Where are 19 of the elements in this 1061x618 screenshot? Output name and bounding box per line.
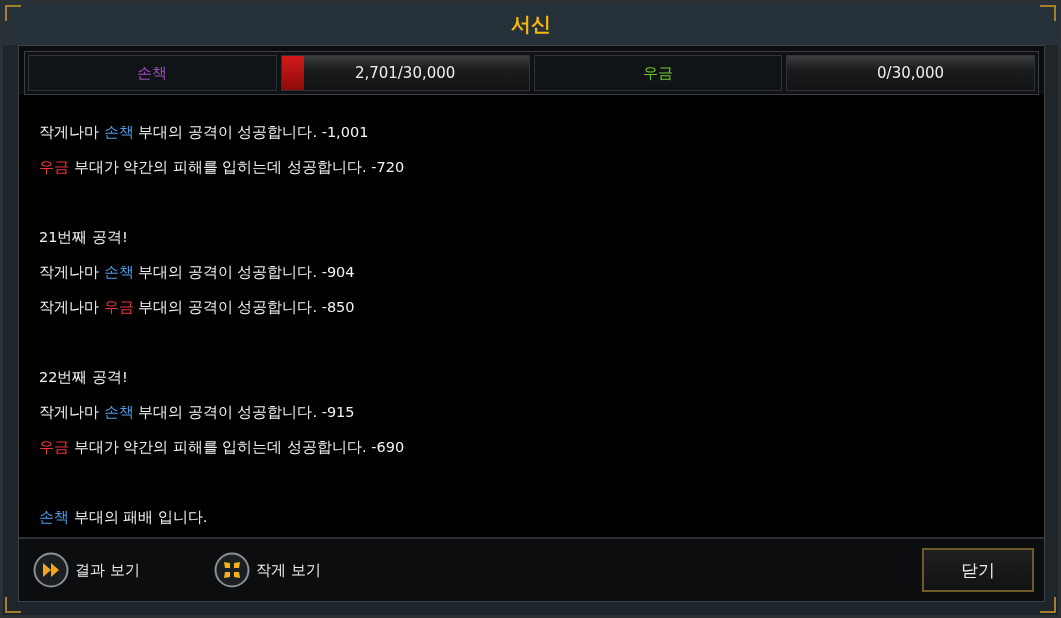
shrink-view-button[interactable]: 작게 보기 [213,552,321,588]
troop-count: 0/30,000 [877,64,945,82]
log-line: 우금 부대가 약간의 피해를 입히는데 성공합니다. -720 [39,158,406,177]
log-line: 작게나마 손책 부대의 공격이 성공합니다. -1,001 [39,123,370,142]
log-line: 21번째 공격! [39,228,129,247]
log-line: 손책 부대의 패배 입니다. [39,508,209,527]
fast-forward-icon [33,552,69,588]
log-line: 우금 부대가 약간의 피해를 입히는데 성공합니다. -690 [39,438,406,457]
army-name: 우금 [533,55,783,91]
log-line: 작게나마 손책 부대의 공격이 성공합니다. -904 [39,263,356,282]
show-result-button[interactable]: 결과 보기 [33,552,140,588]
army-name: 손책 [28,55,277,91]
shrink-arrows-icon [213,552,250,588]
log-line: 22번째 공격! [39,368,129,387]
troop-count: 2,701/30,000 [354,64,456,82]
log-line: 작게나마 우금 부대의 공격이 성공합니다. -850 [39,298,356,317]
log-line: 작게나마 손책 부대의 공격이 성공합니다. -915 [39,403,356,422]
window-title: 서신 [510,10,551,38]
close-button[interactable]: 닫기 [922,548,1034,592]
